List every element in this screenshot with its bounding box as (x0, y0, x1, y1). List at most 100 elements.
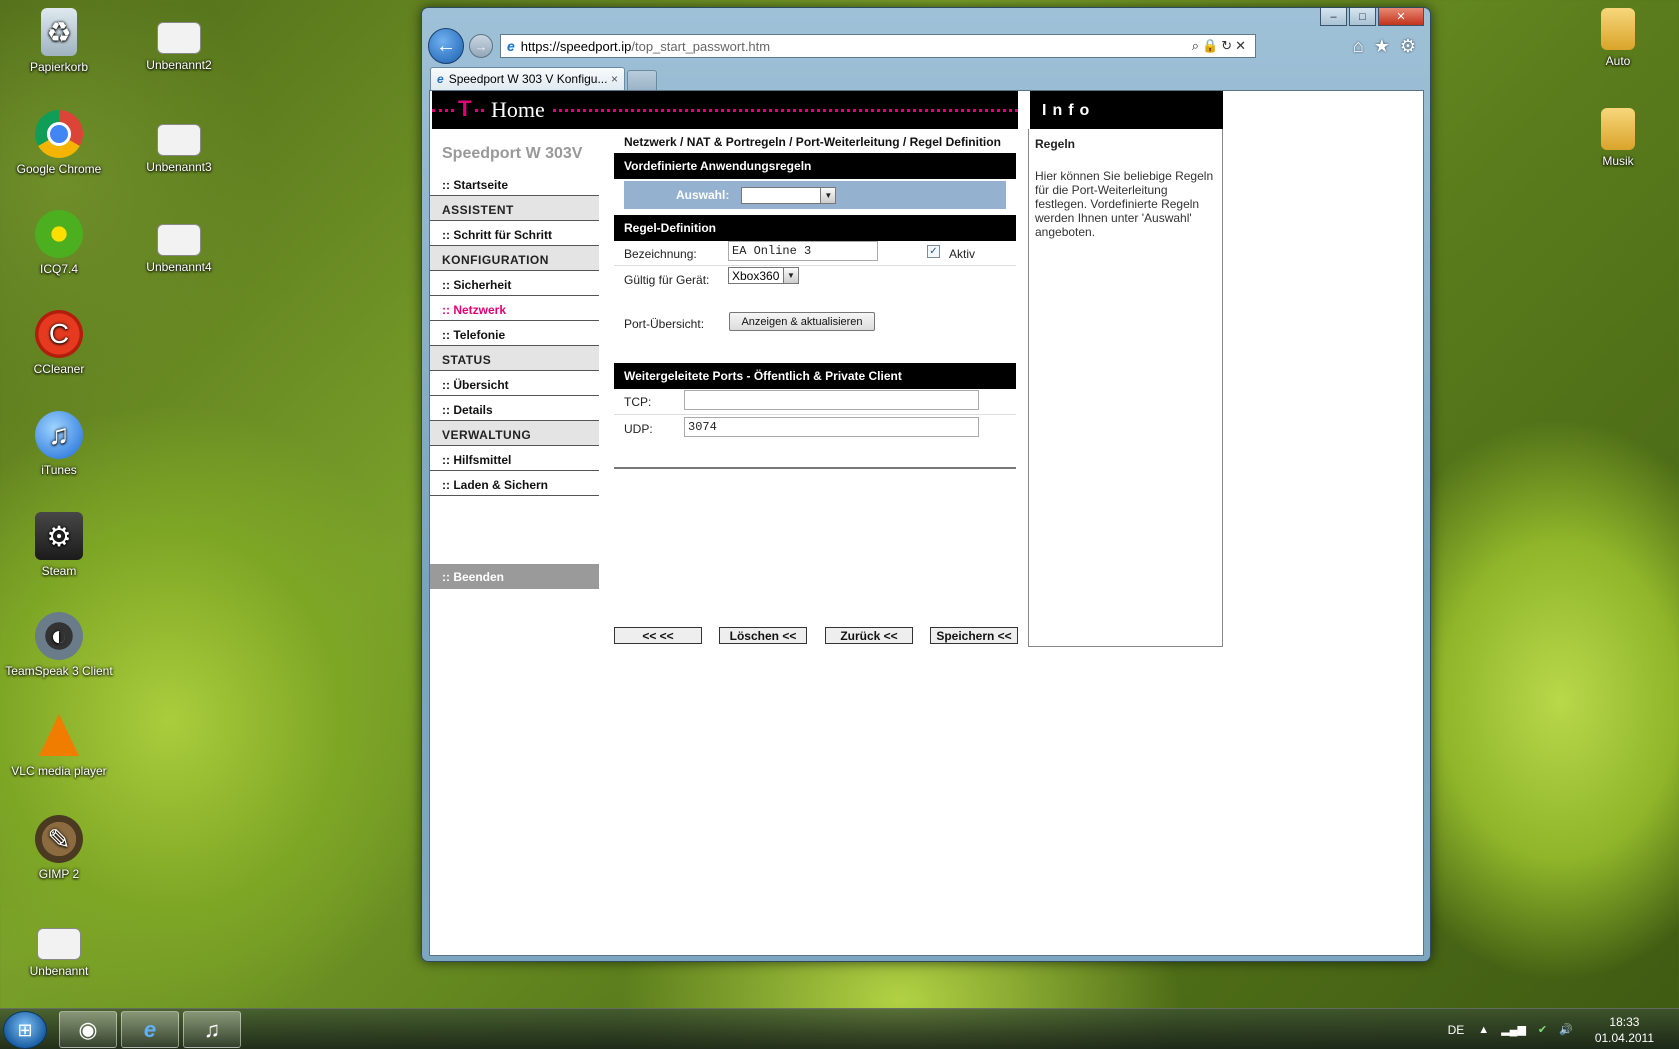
desktop-icon-recycle-bin[interactable]: ♻ Papierkorb (4, 8, 114, 74)
close-button[interactable]: ✕ (1378, 8, 1424, 26)
aktiv-checkbox[interactable]: ✓ (927, 245, 940, 258)
desktop-icon-steam[interactable]: ⚙ Steam (4, 512, 114, 578)
header-home-title[interactable]: Home (485, 97, 551, 123)
maximize-button[interactable]: □ (1349, 8, 1376, 26)
search-icon[interactable]: ⌕ (1192, 38, 1202, 53)
menu-item-sicherheit[interactable]: :: Sicherheit (430, 271, 599, 296)
beenden-button[interactable]: :: Beenden (430, 564, 599, 589)
info-text: Hier können Sie beliebige Regeln für die… (1035, 169, 1214, 239)
system-tray: DE ▲ ▂▄▆ ✔ 🔊 18:33 01.04.2011 (1448, 1009, 1679, 1049)
desktop-icon-vlc[interactable]: VLC media player (4, 714, 114, 778)
menu-section-assistent: ASSISTENT (430, 196, 599, 221)
url-path: /top_start_passwort.htm (631, 38, 771, 54)
sync-icon[interactable]: ✔ (1538, 1023, 1547, 1036)
udp-input[interactable]: 3074 (684, 417, 979, 437)
steam-icon: ⚙ (35, 512, 83, 560)
menu-item-telefonie[interactable]: :: Telefonie (430, 321, 599, 346)
back-button[interactable]: ← (428, 28, 464, 64)
clock[interactable]: 18:33 01.04.2011 (1595, 1014, 1654, 1046)
desktop-icon-chrome[interactable]: Google Chrome (4, 110, 114, 176)
menu-section-status: STATUS (430, 346, 599, 371)
tab-title: Speedport W 303 V Konfigu... (448, 72, 608, 86)
geraet-select[interactable]: Xbox360 ▼ (728, 267, 799, 284)
desktop-icon-unbenannt3[interactable]: Unbenannt3 (124, 124, 234, 174)
port-overview-label: Port-Übersicht: (624, 317, 705, 331)
first-button[interactable]: << << (614, 627, 702, 644)
document-icon (157, 124, 201, 156)
save-button[interactable]: Speichern << (930, 627, 1018, 644)
tcp-input[interactable] (684, 390, 979, 410)
menu-item-laden-sichern[interactable]: :: Laden & Sichern (430, 471, 599, 496)
home-icon[interactable]: ⌂ (1353, 36, 1364, 57)
forward-button[interactable]: → (469, 34, 493, 58)
ie-icon: e (437, 72, 444, 86)
address-tools: ⌕🔒↻✕ (1192, 38, 1249, 54)
bezeichnung-input[interactable]: EA Online 3 (728, 241, 878, 261)
desktop-icon-musik[interactable]: Musik (1563, 108, 1673, 168)
desktop-icon-auto[interactable]: Auto (1563, 8, 1673, 68)
browser-tab[interactable]: e Speedport W 303 V Konfigu... × (430, 67, 625, 90)
minimize-button[interactable]: – (1320, 8, 1347, 26)
content-separator (614, 467, 1016, 469)
port-overview-button[interactable]: Anzeigen & aktualisieren (729, 312, 875, 331)
desktop-icon-ccleaner[interactable]: C CCleaner (4, 310, 114, 376)
address-bar[interactable]: e https://speedport.ip/top_start_passwor… (500, 34, 1256, 58)
volume-icon[interactable]: 🔊 (1559, 1023, 1573, 1036)
taskbar-chrome[interactable]: ◉ (59, 1011, 117, 1048)
new-tab-button[interactable] (627, 70, 657, 90)
show-hidden-icons-icon[interactable]: ▲ (1478, 1024, 1489, 1036)
row-divider (614, 265, 1016, 266)
desktop-icon-unbenannt4[interactable]: Unbenannt4 (124, 224, 234, 274)
page-viewport: T Home Info Regeln Hier können Sie belie… (429, 90, 1424, 956)
gear-icon[interactable]: ⚙ (1400, 36, 1416, 57)
auswahl-label: Auswahl: (676, 188, 730, 202)
network-signal-icon[interactable]: ▂▄▆ (1501, 1023, 1526, 1036)
menu-item-startseite[interactable]: :: Startseite (430, 171, 599, 196)
favorites-star-icon[interactable]: ★ (1374, 36, 1390, 57)
tab-close-icon[interactable]: × (611, 72, 618, 86)
desktop-icon-teamspeak[interactable]: ◐ TeamSpeak 3 Client (4, 612, 114, 678)
taskbar-itunes[interactable]: ♫ (183, 1011, 241, 1048)
tcp-label: TCP: (624, 395, 652, 409)
document-icon (157, 224, 201, 256)
document-icon (37, 928, 81, 960)
menu-item-details[interactable]: :: Details (430, 396, 599, 421)
refresh-icon[interactable]: ↻ (1221, 38, 1235, 53)
menu-item-uebersicht[interactable]: :: Übersicht (430, 371, 599, 396)
delete-button[interactable]: Löschen << (719, 627, 807, 644)
section-header-predefined: Vordefinierte Anwendungsregeln (614, 153, 1016, 179)
menu-item-hilfsmittel[interactable]: :: Hilfsmittel (430, 446, 599, 471)
chrome-icon: ◉ (78, 1016, 98, 1042)
info-header: Info (1030, 91, 1223, 129)
taskbar: ⊞ ◉ e ♫ DE ▲ ▂▄▆ ✔ 🔊 18:33 01.04.2011 (0, 1008, 1679, 1049)
arrow-left-icon: ← (436, 34, 456, 57)
menu-item-schritt-fuer-schritt[interactable]: :: Schritt für Schritt (430, 221, 599, 246)
auswahl-select[interactable]: ▼ (741, 186, 837, 204)
row-divider (614, 414, 1016, 415)
auswahl-row: Auswahl: ▼ (624, 181, 1006, 209)
geraet-label: Gültig für Gerät: (624, 273, 710, 287)
lock-icon[interactable]: 🔒 (1202, 38, 1221, 53)
telekom-logo: T (454, 96, 476, 122)
chrome-icon (35, 110, 83, 158)
side-menu: :: Startseite ASSISTENT :: Schritt für S… (430, 171, 599, 496)
folder-icon (1601, 108, 1635, 150)
info-title: Regeln (1035, 137, 1076, 151)
language-indicator[interactable]: DE (1448, 1023, 1465, 1037)
desktop-icon-unbenannt[interactable]: Unbenannt (4, 928, 114, 978)
ie-icon: e (143, 1016, 157, 1042)
back-page-button[interactable]: Zurück << (825, 627, 913, 644)
taskbar-internet-explorer[interactable]: e (121, 1011, 179, 1048)
desktop-icon-unbenannt2[interactable]: Unbenannt2 (124, 22, 234, 72)
desktop-icon-itunes[interactable]: ♫ iTunes (4, 411, 114, 477)
icq-icon (35, 210, 83, 258)
desktop-icon-icq[interactable]: ICQ7.4 (4, 210, 114, 276)
start-button[interactable]: ⊞ (3, 1011, 47, 1049)
ccleaner-icon: C (35, 310, 83, 358)
teamspeak-icon: ◐ (35, 612, 83, 660)
aktiv-label: Aktiv (949, 247, 976, 261)
stop-icon[interactable]: ✕ (1235, 38, 1249, 53)
recycle-bin-icon: ♻ (41, 8, 77, 56)
menu-item-netzwerk[interactable]: :: Netzwerk (430, 296, 599, 321)
desktop-icon-gimp[interactable]: ✎ GIMP 2 (4, 815, 114, 881)
